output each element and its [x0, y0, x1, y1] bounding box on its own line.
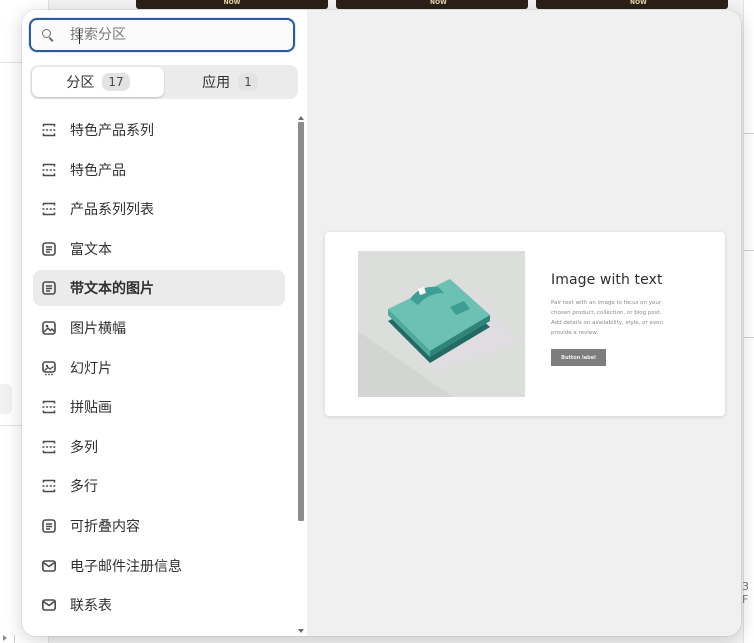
text-block-icon: [41, 518, 57, 534]
section-item-label: 多列: [70, 439, 98, 456]
image-icon: [41, 320, 57, 336]
section-item[interactable]: 电子邮件注册信息: [33, 548, 285, 584]
background-divider: [744, 250, 754, 251]
section-item[interactable]: 幻灯片: [33, 350, 285, 386]
search-icon: [42, 29, 54, 41]
folded-tshirt-illustration-icon: [358, 251, 525, 397]
preview-button: Button label: [551, 349, 606, 366]
section-item-label: 幻灯片: [70, 360, 112, 377]
preview-heading: Image with text: [551, 272, 663, 288]
tab-count-badge: 1: [238, 73, 258, 91]
background-item: [0, 384, 12, 414]
background-divider: [0, 62, 22, 63]
section-item[interactable]: 产品系列列表: [33, 191, 285, 227]
section-item[interactable]: 富文本: [33, 231, 285, 267]
background-text: 3 F: [742, 580, 749, 606]
section-item[interactable]: 可折叠内容: [33, 508, 285, 544]
background-arrow-icon: [3, 635, 7, 641]
section-dashed-icon: [41, 122, 57, 138]
background-thumbnail: NOW: [536, 0, 728, 9]
section-item-label: 电子邮件注册信息: [70, 558, 182, 575]
scrollbar[interactable]: [298, 116, 304, 633]
section-dashed-icon: [41, 162, 57, 178]
tab-apps[interactable]: 应用 1: [164, 67, 296, 97]
section-item[interactable]: 多列: [33, 429, 285, 465]
text-block-icon: [41, 241, 57, 257]
section-item-label: 产品系列列表: [70, 202, 154, 219]
search-input[interactable]: [70, 27, 270, 43]
background-thumbnail: NOW: [136, 0, 328, 9]
tab-label: 应用: [202, 75, 231, 91]
background-right-panel: 3 F: [742, 0, 754, 643]
section-dashed-icon: [41, 399, 57, 415]
section-item[interactable]: 特色产品: [33, 152, 285, 188]
tab-count-badge: 17: [102, 73, 130, 91]
section-item-label: 可折叠内容: [70, 518, 140, 535]
section-item-label: 富文本: [70, 241, 112, 258]
background-thumbnails: NOW NOW NOW: [136, 0, 728, 9]
tab-sections[interactable]: 分区 17: [32, 67, 164, 97]
tab-label: 分区: [66, 75, 95, 91]
section-item-label: 特色产品: [70, 162, 126, 179]
section-item-label: 特色产品系列: [70, 123, 154, 139]
section-item-label: 多行: [70, 479, 98, 496]
background-thumbnail: NOW: [336, 0, 528, 9]
section-dashed-icon: [41, 201, 57, 217]
email-icon: [41, 597, 57, 613]
section-dashed-icon: [41, 478, 57, 494]
background-divider: [744, 133, 754, 134]
background-divider: [0, 425, 22, 426]
section-dashed-icon: [41, 439, 57, 455]
section-item[interactable]: 拼贴画: [33, 389, 285, 425]
section-picker-pane: 分区 17 应用 1 特色产品系列特色产品产品系列列表富文本带文本的图片图片横幅…: [22, 10, 307, 636]
preview-pane: Image with text Pair text with an image …: [307, 10, 741, 636]
scroll-down-arrow-icon[interactable]: [298, 629, 304, 633]
section-preview-card: Image with text Pair text with an image …: [325, 232, 725, 416]
section-list: 特色产品系列 特色产品产品系列列表 富文本带文本的图片 图片横幅幻灯片拼贴画多列多行可…: [33, 112, 285, 627]
text-caret: [79, 29, 80, 44]
preview-image: [358, 251, 525, 397]
scrollbar-thumb[interactable]: [298, 122, 304, 521]
preview-body: Pair text with an image to focus on your…: [551, 300, 664, 336]
email-icon: [41, 558, 57, 574]
section-item-label: 带文本的图片: [70, 281, 154, 298]
section-item[interactable]: 带文本的图片: [33, 270, 285, 307]
text-block-icon: [41, 280, 57, 296]
search-box[interactable]: [29, 18, 295, 52]
section-item-label: 拼贴画: [70, 400, 112, 417]
section-item[interactable]: 多行: [33, 468, 285, 504]
section-item[interactable]: 特色产品系列: [33, 112, 285, 148]
section-item-label: 联系表: [70, 598, 112, 615]
background-divider: [744, 337, 754, 338]
background-divider: [14, 635, 15, 643]
preview-text: Image with text Pair text with an image …: [551, 272, 711, 366]
section-item[interactable]: 联系表: [33, 587, 285, 623]
add-section-popover: 分区 17 应用 1 特色产品系列特色产品产品系列列表富文本带文本的图片图片横幅…: [22, 10, 741, 636]
tab-switcher: 分区 17 应用 1: [30, 65, 298, 99]
scroll-up-arrow-icon[interactable]: [298, 116, 304, 120]
slideshow-icon: [41, 360, 57, 376]
section-item[interactable]: 图片横幅: [33, 310, 285, 346]
section-item-label: 图片横幅: [70, 320, 126, 337]
